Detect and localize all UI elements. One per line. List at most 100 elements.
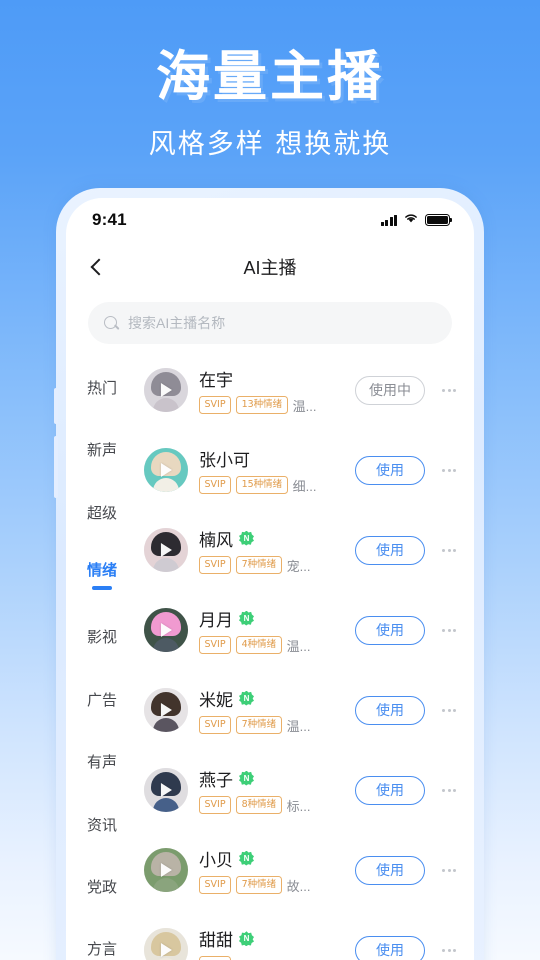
search-icon [104, 315, 119, 331]
svip-tag: SVIP [199, 396, 232, 414]
play-icon[interactable] [160, 463, 172, 477]
emotion-count-tag: 13种情绪 [236, 396, 288, 414]
name-line: 在宇 [199, 366, 344, 391]
promo-subtitle: 风格多样 想换就换 [148, 129, 392, 160]
svip-tag: SVIP [199, 556, 232, 574]
play-icon[interactable] [160, 623, 172, 637]
anchor-description: 细... [292, 478, 317, 494]
anchor-row[interactable]: 燕子 N SVIP 8种情绪 标... 使用 [138, 750, 470, 830]
search-input[interactable] [128, 315, 436, 331]
avatar[interactable] [144, 608, 188, 652]
tag-line: SVIP 13种情绪 温... [199, 396, 344, 415]
play-icon[interactable] [160, 703, 172, 717]
sidebar-item-2[interactable]: 超级 [66, 481, 138, 543]
tag-line: SVIP 4种情绪 温... [199, 636, 344, 655]
anchor-row[interactable]: 楠风 N SVIP 7种情绪 宠... 使用 [138, 510, 470, 590]
sidebar-item-label: 资讯 [86, 816, 117, 834]
row-main: 月月 N SVIP 4种情绪 温... [199, 606, 344, 655]
play-icon[interactable] [160, 783, 172, 797]
name-line: 月月 N [199, 606, 344, 631]
play-icon[interactable] [160, 863, 172, 877]
emotion-count-tag: 15种情绪 [236, 476, 288, 494]
search-section [66, 292, 474, 350]
sidebar-item-7[interactable]: 资讯 [66, 793, 138, 855]
more-options-icon[interactable] [436, 697, 462, 723]
sidebar-item-9[interactable]: 方言 [66, 918, 138, 960]
row-main: 楠风 N SVIP 7种情绪 宠... [199, 526, 344, 575]
avatar[interactable] [144, 528, 188, 572]
name-line: 甜甜 N [199, 926, 344, 951]
anchor-name: 米妮 [199, 690, 233, 710]
search-box[interactable] [88, 302, 452, 344]
more-options-icon[interactable] [436, 777, 462, 803]
anchor-row[interactable]: 在宇 SVIP 13种情绪 温... 使用中 [138, 350, 470, 430]
status-bar: 9:41 [66, 198, 474, 242]
row-main: 甜甜 N SVIP [199, 926, 344, 960]
sidebar-item-3[interactable]: 情绪 [66, 543, 138, 605]
avatar[interactable] [144, 928, 188, 960]
tag-line: SVIP [199, 956, 344, 960]
avatar[interactable] [144, 448, 188, 492]
avatar[interactable] [144, 848, 188, 892]
battery-full-icon [425, 214, 453, 226]
more-options-icon[interactable] [436, 537, 462, 563]
use-button[interactable]: 使用 [355, 455, 425, 485]
sidebar-item-label: 热门 [86, 379, 117, 397]
more-options-icon[interactable] [436, 457, 462, 483]
avatar[interactable] [144, 768, 188, 812]
phone-volume-down-button [54, 436, 58, 498]
use-button[interactable]: 使用 [355, 695, 425, 725]
more-options-icon[interactable] [436, 937, 462, 960]
sidebar-item-5[interactable]: 广告 [66, 668, 138, 730]
anchor-description: 温... [286, 638, 311, 654]
sidebar-item-4[interactable]: 影视 [66, 606, 138, 668]
svip-tag: SVIP [199, 476, 232, 494]
in-use-button[interactable]: 使用中 [355, 375, 425, 405]
sidebar-item-8[interactable]: 党政 [66, 855, 138, 917]
row-main: 燕子 N SVIP 8种情绪 标... [199, 766, 344, 815]
anchor-row[interactable]: 月月 N SVIP 4种情绪 温... 使用 [138, 590, 470, 670]
use-button[interactable]: 使用 [355, 615, 425, 645]
tag-line: SVIP 15种情绪 细... [199, 476, 344, 495]
name-line: 小贝 N [199, 846, 344, 871]
anchor-description: 故... [286, 878, 311, 894]
play-icon[interactable] [160, 943, 172, 957]
anchor-row[interactable]: 张小可 SVIP 15种情绪 细... 使用 [138, 430, 470, 510]
row-main: 在宇 SVIP 13种情绪 温... [199, 366, 344, 415]
back-chevron-icon[interactable] [86, 256, 108, 278]
svip-tag: SVIP [199, 876, 232, 894]
promo-banner: 海量主播 风格多样 想换就换 [0, 0, 540, 161]
sidebar-item-label: 广告 [86, 691, 117, 709]
row-main: 张小可 SVIP 15种情绪 细... [199, 446, 344, 495]
category-sidebar[interactable]: 热门新声 超级情绪影视广告有声资讯党政 方言 [66, 350, 138, 960]
emotion-count-tag: 7种情绪 [236, 556, 282, 574]
signal-bars-icon [380, 214, 397, 226]
sidebar-item-label: 影视 [86, 629, 117, 647]
svip-tag: SVIP [199, 636, 232, 654]
sidebar-item-6[interactable]: 有声 [66, 730, 138, 792]
anchor-row[interactable]: 甜甜 N SVIP 使用 [138, 910, 470, 960]
use-button[interactable]: 使用 [355, 935, 425, 960]
more-options-icon[interactable] [436, 617, 462, 643]
sidebar-item-label: 情绪 [86, 562, 117, 580]
play-icon[interactable] [160, 383, 172, 397]
avatar[interactable] [144, 688, 188, 732]
anchor-row[interactable]: 米妮 N SVIP 7种情绪 温... 使用 [138, 670, 470, 750]
anchor-row[interactable]: 小贝 N SVIP 7种情绪 故... 使用 [138, 830, 470, 910]
svip-tag: SVIP [199, 716, 232, 734]
sidebar-item-0[interactable]: 热门 [66, 356, 138, 418]
use-button[interactable]: 使用 [355, 535, 425, 565]
anchor-list[interactable]: 在宇 SVIP 13种情绪 温... 使用中 张小可 SVIP 15种情绪 细... 使用 楠风 N S… [138, 350, 474, 960]
more-options-icon[interactable] [436, 377, 462, 403]
play-icon[interactable] [160, 543, 172, 557]
sidebar-item-1[interactable]: 新声 [66, 418, 138, 480]
use-button[interactable]: 使用 [355, 775, 425, 805]
sidebar-item-label: 有声 [86, 754, 117, 772]
more-options-icon[interactable] [436, 857, 462, 883]
wifi-icon [403, 211, 419, 229]
use-button[interactable]: 使用 [355, 855, 425, 885]
new-badge-icon: N [239, 610, 254, 626]
avatar[interactable] [144, 368, 188, 412]
name-line: 燕子 N [199, 766, 344, 791]
new-badge-icon: N [239, 850, 254, 866]
